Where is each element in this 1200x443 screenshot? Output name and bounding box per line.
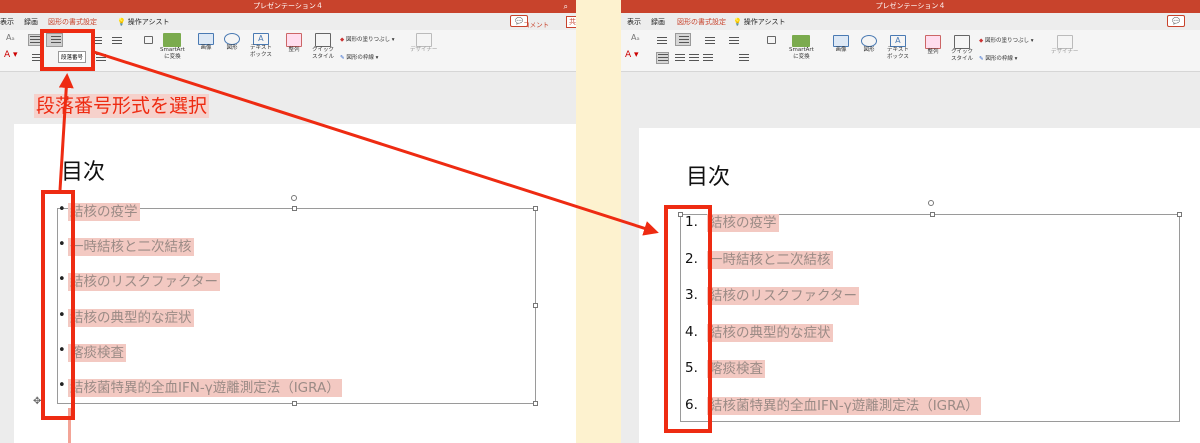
arrow-to-button (58, 73, 74, 191)
annotation-arrows (58, 50, 659, 236)
arrow-to-result (93, 50, 659, 236)
